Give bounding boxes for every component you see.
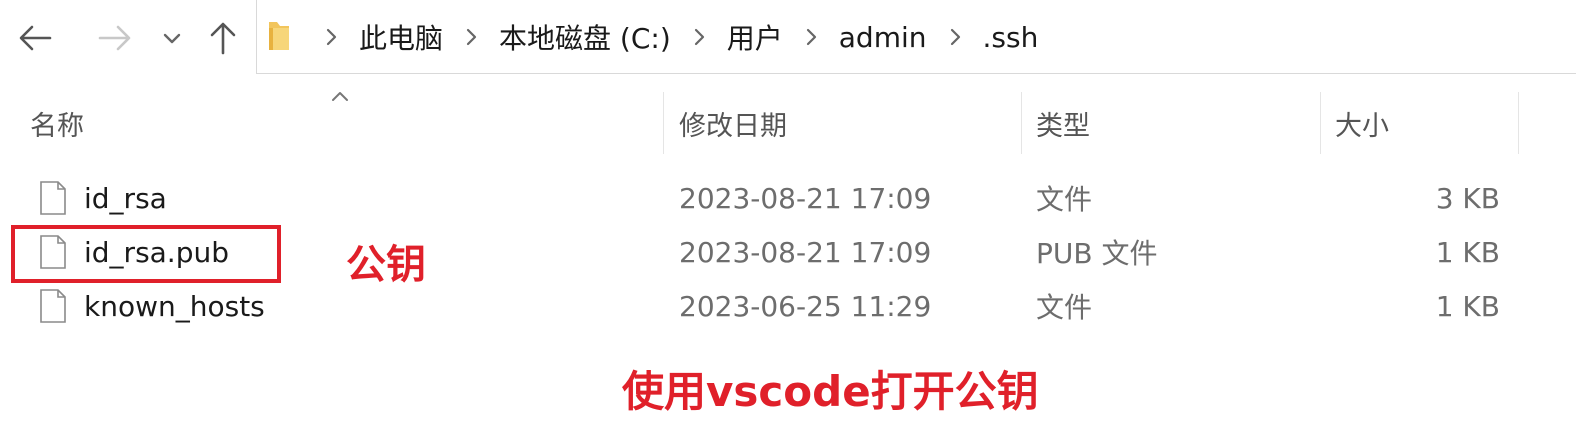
column-divider[interactable] (1021, 92, 1022, 154)
file-icon (38, 288, 68, 331)
address-bar[interactable]: 此电脑 本地磁盘 (C:) 用户 admin .ssh (256, 0, 1576, 74)
file-row[interactable]: known_hosts 2023-06-25 11:29 文件 1 KB (0, 280, 1576, 332)
sort-ascending-icon (330, 88, 350, 107)
column-header-type[interactable]: 类型 (1036, 92, 1090, 154)
up-button[interactable] (198, 12, 248, 64)
breadcrumb: 此电脑 本地磁盘 (C:) 用户 admin .ssh (313, 0, 1048, 74)
column-header-name[interactable]: 名称 (30, 92, 84, 154)
file-name: known_hosts (84, 289, 265, 323)
arrow-up-icon (209, 21, 237, 55)
file-name: id_rsa (84, 181, 167, 215)
column-divider[interactable] (1320, 92, 1321, 154)
breadcrumb-item-this-pc[interactable]: 此电脑 (349, 17, 453, 57)
breadcrumb-item-local-disk[interactable]: 本地磁盘 (C:) (489, 17, 681, 57)
file-size: 3 KB (1435, 181, 1500, 215)
file-explorer-window: 此电脑 本地磁盘 (C:) 用户 admin .ssh 名称 修改日期 类型 大… (0, 0, 1576, 432)
instruction-annotation: 使用vscode打开公钥 (622, 367, 1039, 416)
file-modified-date: 2023-08-21 17:09 (679, 181, 932, 215)
chevron-right-icon[interactable] (937, 27, 973, 47)
file-row[interactable]: id_rsa 2023-08-21 17:09 文件 3 KB (0, 172, 1576, 224)
breadcrumb-item-ssh[interactable]: .ssh (973, 21, 1049, 54)
arrow-left-icon (18, 24, 52, 52)
folder-icon (265, 18, 293, 58)
column-header-size[interactable]: 大小 (1335, 92, 1389, 154)
recent-locations-button[interactable] (150, 12, 194, 64)
file-modified-date: 2023-06-25 11:29 (679, 289, 932, 323)
file-modified-date: 2023-08-21 17:09 (679, 235, 932, 269)
public-key-annotation: 公钥 (346, 242, 426, 288)
file-icon (38, 180, 68, 223)
column-divider[interactable] (1518, 92, 1519, 154)
column-header-modified[interactable]: 修改日期 (679, 92, 787, 154)
chevron-right-icon[interactable] (453, 27, 489, 47)
file-type: 文件 (1036, 291, 1093, 324)
breadcrumb-item-admin[interactable]: admin (829, 21, 937, 54)
back-button[interactable] (10, 12, 60, 64)
chevron-right-icon[interactable] (313, 27, 349, 47)
highlight-box (11, 225, 281, 283)
chevron-down-icon (162, 31, 182, 45)
column-divider[interactable] (663, 92, 664, 154)
chevron-right-icon[interactable] (681, 27, 717, 47)
forward-button[interactable] (90, 12, 140, 64)
file-size: 1 KB (1435, 235, 1500, 269)
breadcrumb-item-users[interactable]: 用户 (717, 17, 793, 57)
file-type: 文件 (1036, 183, 1093, 216)
file-type: PUB 文件 (1036, 237, 1158, 270)
file-size: 1 KB (1435, 289, 1500, 323)
arrow-right-icon (98, 24, 132, 52)
chevron-right-icon[interactable] (793, 27, 829, 47)
